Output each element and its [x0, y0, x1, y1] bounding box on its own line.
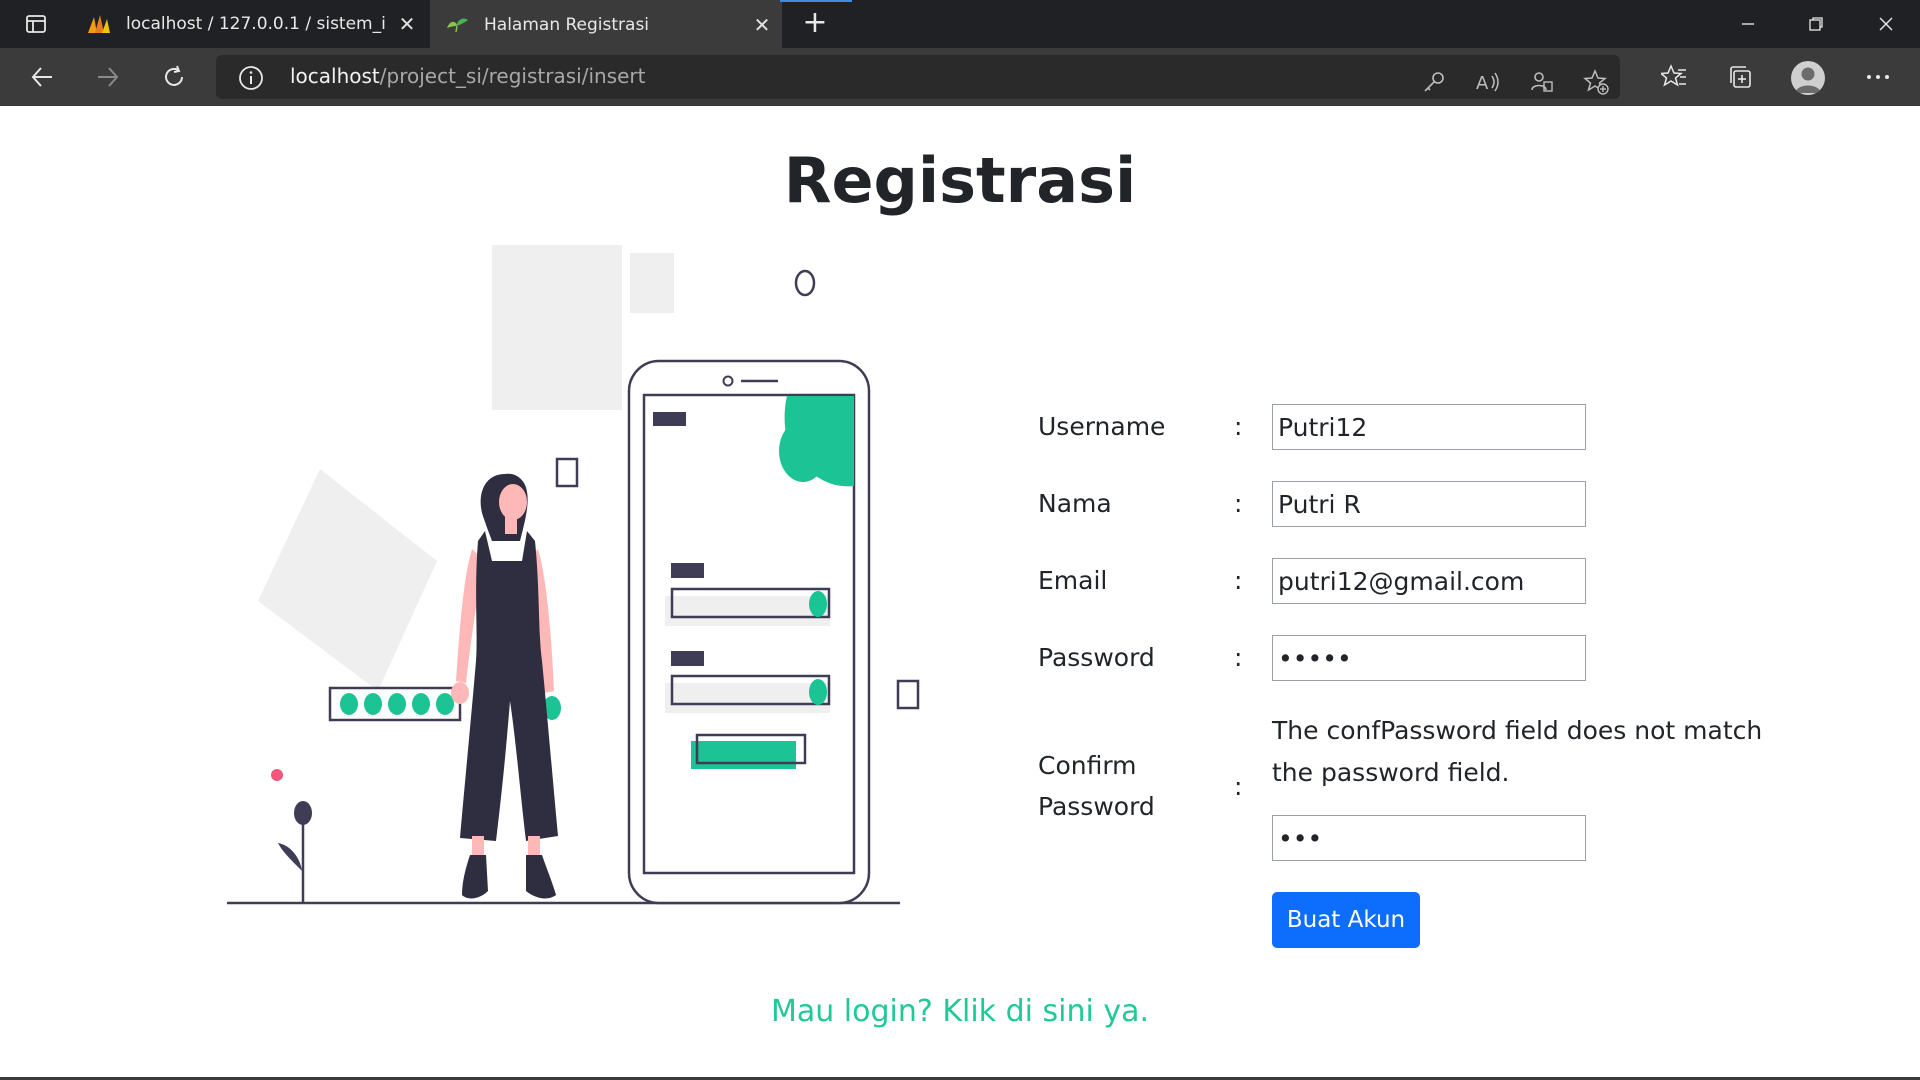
refresh-icon[interactable] — [152, 57, 196, 97]
bg-rect-outline — [555, 457, 579, 488]
phone-input-dot — [809, 679, 827, 705]
close-icon[interactable]: ✕ — [387, 12, 427, 37]
read-aloud-icon[interactable]: A — [1470, 64, 1506, 100]
username-input[interactable]: Putri12 — [1272, 404, 1586, 450]
woman-figure — [451, 473, 561, 899]
new-tab-button[interactable]: + — [796, 8, 834, 40]
colon: : — [1234, 566, 1243, 595]
phone-label-bar — [671, 563, 704, 578]
address-bar[interactable]: localhost/project_si/registrasi/insert A — [216, 55, 1620, 99]
plant-bud — [294, 801, 312, 825]
confirm-password-error: The confPassword field does not match th… — [1272, 716, 1763, 787]
close-icon[interactable]: ✕ — [742, 13, 782, 38]
password-dot — [436, 693, 454, 715]
svg-text:A: A — [1476, 73, 1489, 94]
colon: : — [1234, 412, 1243, 441]
phone-circle — [779, 420, 827, 482]
confirm-password-label-line1: Confirm — [1038, 751, 1137, 780]
add-favorite-icon[interactable] — [1578, 64, 1614, 100]
password-dot — [364, 693, 382, 715]
tab-phpmyadmin[interactable]: localhost / 127.0.0.1 / sistem_info ✕ — [72, 0, 427, 48]
registration-illustration — [227, 245, 920, 905]
colon: : — [1234, 489, 1243, 518]
tab-actions-icon[interactable] — [14, 10, 56, 38]
page-title: Registrasi — [783, 144, 1137, 217]
page-content: Registrasi Username: Putri12 Nama: Put… — [0, 106, 1920, 1080]
url-host: localhost — [290, 64, 380, 88]
login-link[interactable]: Mau login? Klik di sini ya. — [0, 994, 1920, 1029]
close-window-icon[interactable] — [1856, 0, 1916, 48]
nama-input[interactable]: Putri R — [1272, 481, 1586, 527]
forward-icon[interactable] — [86, 57, 130, 97]
colon: : — [1234, 772, 1243, 801]
nama-label: Nama — [1038, 489, 1112, 518]
password-dot — [412, 693, 430, 715]
browser-toolbar: localhost/project_si/registrasi/insert A — [0, 48, 1920, 106]
bg-square — [492, 245, 622, 410]
url-path: /project_si/registrasi/insert — [379, 64, 646, 88]
password-input[interactable]: ••••• — [1272, 635, 1586, 681]
more-menu-icon[interactable] — [1858, 57, 1898, 97]
collections-icon[interactable] — [1720, 57, 1760, 97]
username-label: Username — [1038, 412, 1166, 441]
tab-halaman-registrasi[interactable]: Halaman Registrasi ✕ — [430, 0, 782, 48]
password-label: Password — [1038, 643, 1155, 672]
colon: : — [1234, 643, 1243, 672]
browser-tab-bar: localhost / 127.0.0.1 / sistem_info ✕ Ha… — [0, 0, 1920, 48]
phone-label-bar — [671, 651, 704, 666]
tab-title: Halaman Registrasi — [484, 15, 650, 35]
bg-diamond — [258, 469, 437, 691]
confirm-password-label-line2: Password — [1038, 792, 1155, 821]
plant-leaf — [278, 843, 302, 871]
leaf-icon — [444, 12, 470, 38]
password-dot — [340, 693, 358, 715]
url-text[interactable]: localhost/project_si/registrasi/insert — [290, 64, 645, 88]
phone-button — [691, 741, 796, 769]
favorites-icon[interactable] — [1654, 57, 1694, 97]
minimize-icon[interactable] — [1718, 0, 1778, 48]
phone-bar — [653, 412, 686, 426]
phone-input-shadow — [665, 596, 830, 626]
buat-akun-button[interactable]: Buat Akun — [1272, 892, 1420, 948]
back-icon[interactable] — [20, 57, 64, 97]
phone-input-shadow — [665, 683, 830, 713]
tab-title: localhost / 127.0.0.1 / sistem_info — [126, 14, 387, 34]
plant-dot — [271, 769, 283, 781]
confirm-password-input[interactable]: ••• — [1272, 815, 1586, 861]
key-icon[interactable] — [1416, 64, 1452, 100]
bg-circle-outline — [794, 269, 816, 297]
phpmyadmin-icon — [86, 11, 112, 37]
profile-avatar[interactable] — [1791, 61, 1825, 95]
email-input[interactable]: putri12@gmail.com — [1272, 558, 1586, 604]
tab-accent — [780, 0, 852, 2]
phone-input-dot — [809, 591, 827, 617]
bg-square — [630, 253, 674, 313]
email-label: Email — [1038, 566, 1108, 595]
immersive-reader-icon[interactable] — [1524, 64, 1560, 100]
password-dot — [388, 693, 406, 715]
restore-icon[interactable] — [1786, 0, 1846, 48]
bg-rect-outline — [896, 679, 920, 710]
site-info-icon[interactable] — [238, 65, 264, 91]
